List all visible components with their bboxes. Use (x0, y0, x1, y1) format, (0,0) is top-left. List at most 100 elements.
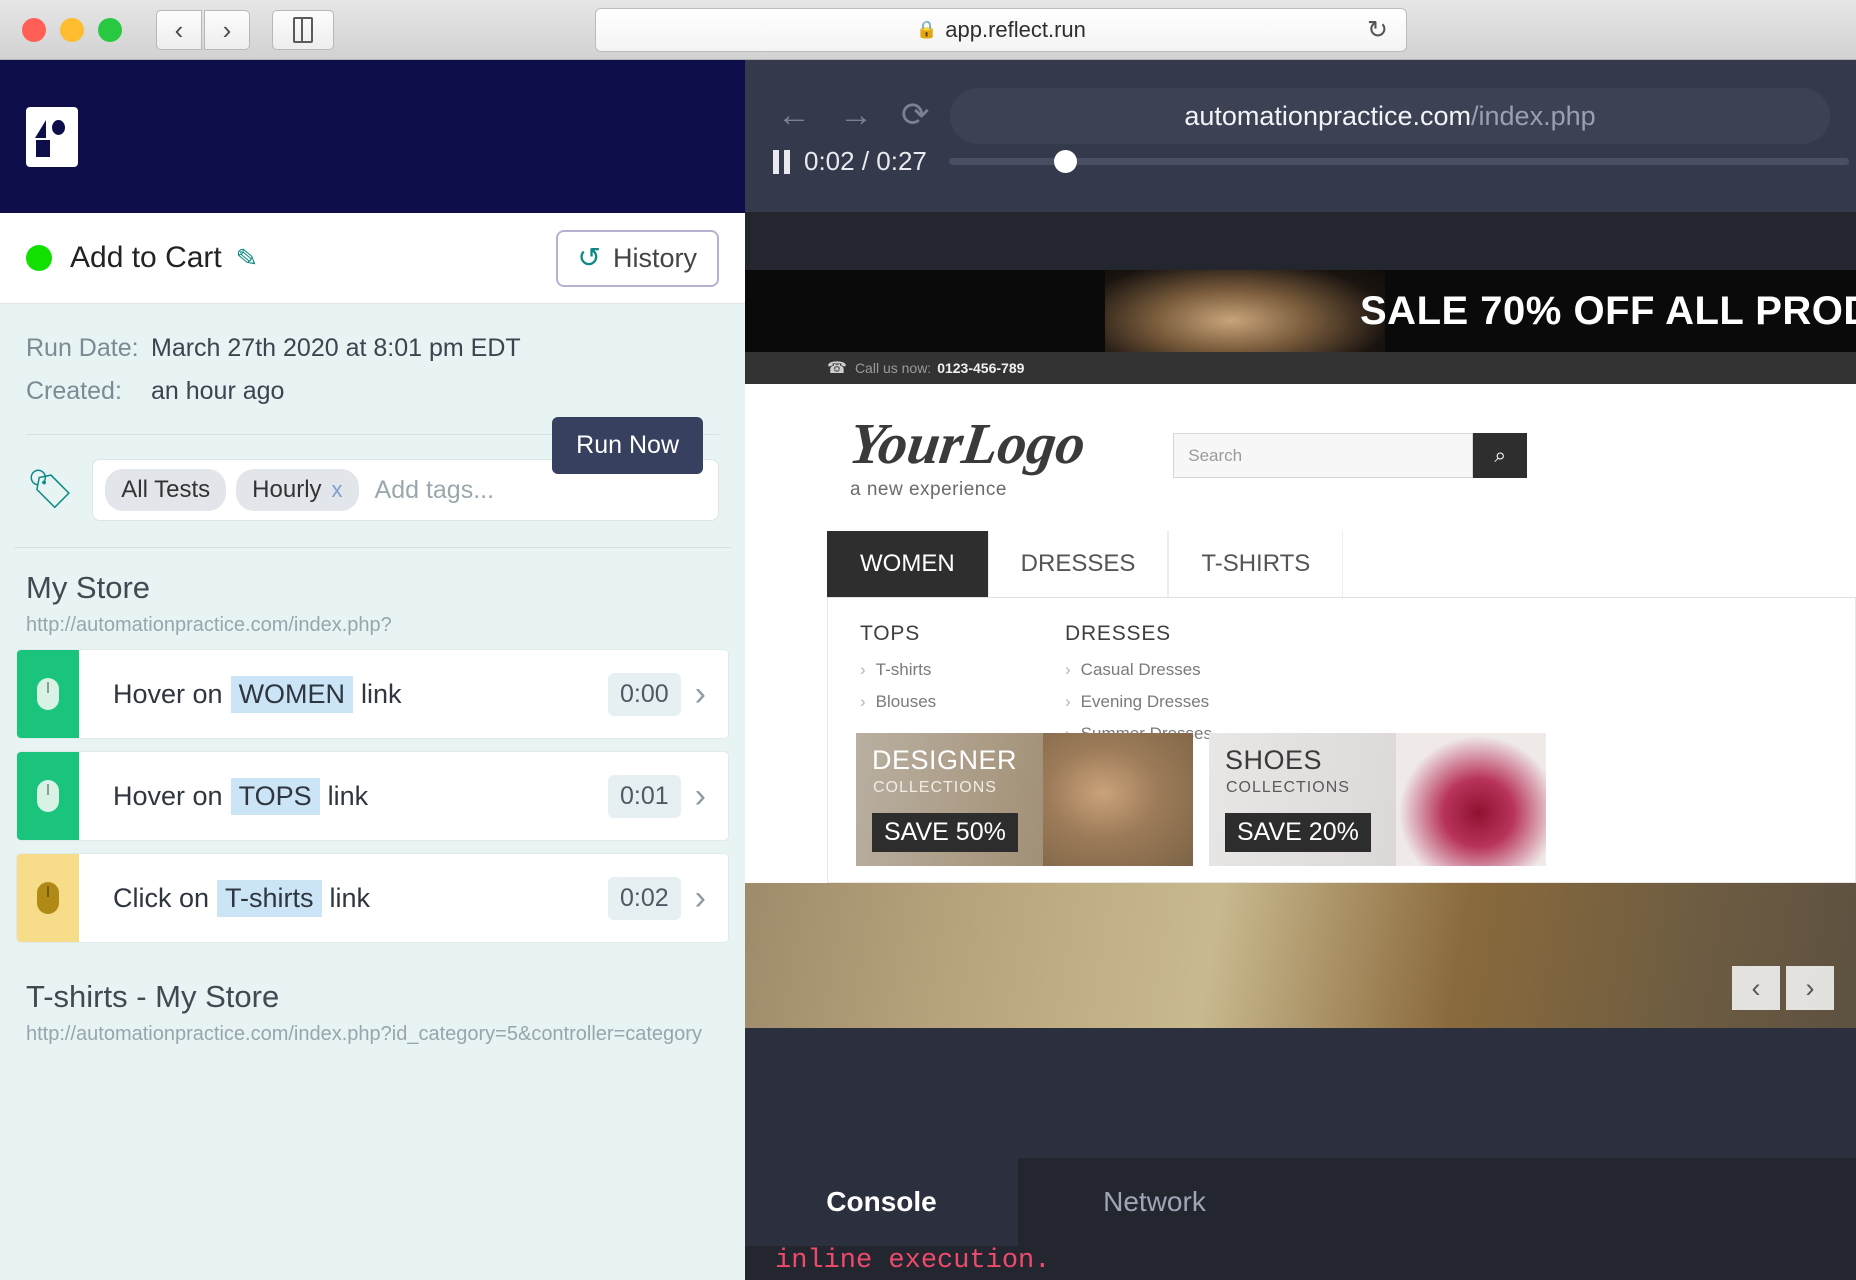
nav-item-women[interactable]: WOMEN (827, 531, 988, 597)
step-time: 0:02 (608, 876, 681, 920)
store-logo[interactable]: YourLogo a new experience (845, 410, 1089, 501)
promo-model-image (1043, 733, 1193, 866)
screen-root: ‹ › 🔒 app.reflect.run ↻ Add to Cart ✎ ↺ (0, 0, 1856, 1280)
tag-chip-all-tests[interactable]: All Tests (105, 469, 227, 511)
dropdown-link-casual-dresses[interactable]: › Casual Dresses (1065, 660, 1270, 680)
app-header (0, 60, 745, 213)
step-row[interactable]: Click on T-shirts link 0:02 › (16, 853, 729, 943)
run-date-row: Run Date: March 27th 2020 at 8:01 pm EDT (26, 334, 719, 363)
tab-console[interactable]: Console (745, 1158, 1018, 1246)
section-title: My Store (26, 570, 151, 605)
step-action: Click on (113, 882, 210, 913)
carousel-next-icon[interactable]: › (1786, 966, 1834, 1010)
run-now-button[interactable]: Run Now (552, 417, 703, 474)
step-description: Hover on TOPS link (79, 752, 608, 840)
dropdown-link-evening-dresses[interactable]: › Evening Dresses (1065, 692, 1270, 712)
nav-item-dresses[interactable]: DRESSES (987, 531, 1169, 597)
search-input[interactable]: Search (1173, 433, 1474, 478)
store-main-nav: WOMEN DRESSES T-SHIRTS (827, 531, 1856, 598)
reload-icon[interactable]: ↻ (1367, 15, 1388, 45)
preview-address-bar: automationpractice.com /index.php (950, 88, 1830, 144)
promo-save-badge: SAVE 20% (1225, 813, 1371, 852)
maximize-window-button[interactable] (98, 17, 122, 42)
logo-square-shape (36, 139, 50, 157)
promo-save-badge: SAVE 50% (872, 813, 1018, 852)
dropdown-link-blouses[interactable]: › Blouses (860, 692, 1065, 712)
tag-icon: 🏷 (26, 469, 75, 511)
section-url: http://automationpractice.com/index.php?… (26, 1023, 702, 1045)
search-icon[interactable]: ⌕ (1473, 433, 1528, 478)
browser-nav-buttons: ‹ › (156, 9, 250, 50)
preview-forward-icon[interactable]: → (839, 98, 873, 132)
mouse-icon (37, 780, 59, 812)
dropdown-link-label: Evening Dresses (1080, 692, 1210, 711)
browser-chrome: ‹ › 🔒 app.reflect.run ↻ (0, 0, 1856, 60)
devtools-tabs: Console Network (745, 1158, 1856, 1246)
close-window-button[interactable] (22, 17, 46, 42)
promo-model-image (1396, 733, 1546, 866)
step-suffix: link (361, 678, 402, 709)
preview-toolbar: ← → ⟳ automationpractice.com /index.php … (745, 60, 1856, 212)
carousel-prev-icon[interactable]: ‹ (1732, 966, 1780, 1010)
recording-preview-panel: ← → ⟳ automationpractice.com /index.php … (745, 60, 1856, 1280)
run-date-value: March 27th 2020 at 8:01 pm EDT (151, 334, 521, 362)
playback-scrubber-handle[interactable] (1053, 150, 1077, 173)
playback-time: 0:02 / 0:27 (804, 146, 927, 176)
step-description: Hover on WOMEN link (79, 650, 608, 738)
chevron-right-icon: › (860, 692, 866, 711)
promo-banner-designer[interactable]: DESIGNER COLLECTIONS SAVE 50% (856, 733, 1193, 866)
dropdown-heading: DRESSES (1065, 622, 1171, 645)
chevron-right-icon[interactable]: › (695, 879, 706, 918)
phone-icon: ☎ (827, 360, 847, 377)
devtools-panel: Console Network inline execution. (745, 1158, 1856, 1280)
promo-banner-shoes[interactable]: SHOES COLLECTIONS SAVE 20% (1209, 733, 1546, 866)
chevron-right-icon[interactable]: › (695, 675, 706, 714)
store-hero-carousel: ‹ › (745, 883, 1856, 1028)
preview-back-icon[interactable]: ← (777, 98, 811, 132)
reflect-app-panel: Add to Cart ✎ ↺ History Run Date: March … (0, 60, 745, 1280)
store-logo-tagline: a new experience (850, 479, 1007, 500)
step-row[interactable]: Hover on WOMEN link 0:00 › (16, 649, 729, 739)
test-metadata: Run Date: March 27th 2020 at 8:01 pm EDT… (0, 304, 745, 406)
sidebar-icon (293, 16, 313, 43)
step-action: Hover on (113, 678, 223, 709)
tab-network[interactable]: Network (1018, 1158, 1291, 1246)
history-button[interactable]: ↺ History (555, 229, 719, 287)
address-bar[interactable]: 🔒 app.reflect.run ↻ (595, 8, 1407, 52)
banner-headline: SALE 70% OFF ALL PRODUCTS (1360, 288, 1856, 333)
preview-reload-icon[interactable]: ⟳ (901, 98, 930, 132)
test-status-indicator (26, 245, 52, 271)
console-log-line: inline execution. (775, 1246, 1051, 1276)
call-us-number: 0123-456-789 (937, 360, 1025, 376)
pause-icon[interactable] (773, 149, 790, 174)
chevron-right-icon: › (860, 660, 866, 679)
step-target: T-shirts (217, 879, 322, 917)
step-status-icon (17, 752, 79, 840)
forward-icon[interactable]: › (204, 9, 250, 50)
tag-chip-label: All Tests (121, 476, 211, 503)
tag-chip-hourly[interactable]: Hourly x (236, 469, 359, 511)
playback-scrubber[interactable] (948, 150, 1849, 173)
preview-url-path: /index.php (1471, 100, 1596, 131)
call-us-label: Call us now: (854, 360, 932, 376)
reflect-logo-icon[interactable] (26, 106, 78, 167)
dropdown-link-tshirts[interactable]: › T-shirts (860, 660, 1065, 680)
window-traffic-lights (22, 17, 122, 42)
step-suffix: link (327, 780, 369, 811)
run-date-label: Run Date: (26, 334, 139, 362)
back-icon[interactable]: ‹ (156, 9, 202, 50)
edit-pencil-icon[interactable]: ✎ (234, 242, 258, 275)
dropdown-link-label: Casual Dresses (1080, 660, 1201, 679)
step-suffix: link (329, 882, 371, 913)
store-page-body: YourLogo a new experience Search ⌕ WOMEN… (745, 384, 1856, 1028)
carousel-controls: ‹ › (1732, 966, 1834, 1010)
chevron-right-icon[interactable]: › (695, 777, 706, 816)
nav-item-tshirts[interactable]: T-SHIRTS (1168, 531, 1344, 597)
chevron-right-icon: › (1065, 692, 1071, 711)
minimize-window-button[interactable] (60, 17, 84, 42)
logo-triangle-shape (35, 119, 46, 138)
step-row[interactable]: Hover on TOPS link 0:01 › (16, 751, 729, 841)
remove-tag-icon[interactable]: x (332, 477, 343, 503)
add-tags-input[interactable]: Add tags... (375, 476, 495, 505)
sidebar-toggle-button[interactable] (272, 9, 334, 50)
